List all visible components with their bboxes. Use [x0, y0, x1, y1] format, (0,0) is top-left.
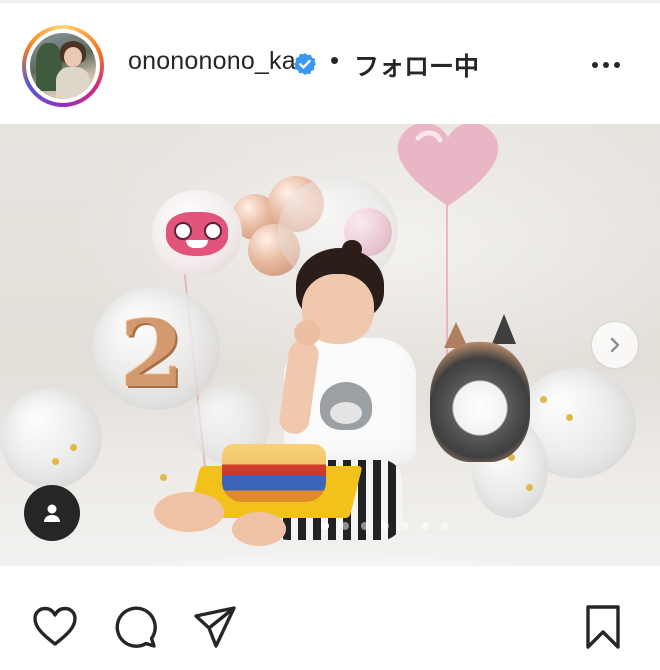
- paper-plane-icon: [194, 606, 236, 648]
- shirt-print: [320, 382, 372, 430]
- character-balloon: [152, 190, 242, 276]
- carousel-dot: [381, 522, 389, 530]
- tagged-users-button[interactable]: [24, 485, 80, 541]
- carousel-indicator: [0, 522, 660, 532]
- save-button[interactable]: [578, 602, 628, 652]
- avatar[interactable]: [30, 33, 96, 99]
- separator-dot: •: [330, 45, 340, 75]
- birthday-cake: [222, 444, 326, 502]
- action-bar: [0, 566, 660, 670]
- carousel-dot: [321, 522, 329, 530]
- carousel-dot: [401, 522, 409, 530]
- carousel-dot: [341, 522, 349, 530]
- heart-icon: [33, 606, 77, 646]
- bookmark-icon: [586, 605, 620, 649]
- story-ring[interactable]: [22, 25, 104, 107]
- carousel-dot: [441, 522, 449, 530]
- chevron-right-icon: [610, 337, 620, 353]
- username[interactable]: onononono_ka: [128, 47, 296, 76]
- next-photo-button[interactable]: [592, 322, 638, 368]
- carousel-dot: [361, 522, 369, 530]
- comment-icon: [115, 606, 157, 648]
- verified-badge-icon: [294, 53, 316, 75]
- comment-button[interactable]: [110, 602, 160, 652]
- clear-balloon: [0, 388, 102, 488]
- user-tag-icon: [44, 504, 60, 522]
- number-balloon: 2: [120, 300, 185, 408]
- post-photo[interactable]: 2: [0, 124, 660, 566]
- share-button[interactable]: [190, 602, 240, 652]
- like-button[interactable]: [30, 602, 80, 652]
- heart-balloon: [397, 124, 499, 206]
- post-header: onononono_ka • フォロー中: [0, 3, 660, 121]
- more-options-icon[interactable]: [584, 45, 628, 85]
- cat-balloon: [430, 342, 530, 462]
- carousel-dot: [421, 522, 429, 530]
- following-button[interactable]: フォロー中: [354, 47, 479, 83]
